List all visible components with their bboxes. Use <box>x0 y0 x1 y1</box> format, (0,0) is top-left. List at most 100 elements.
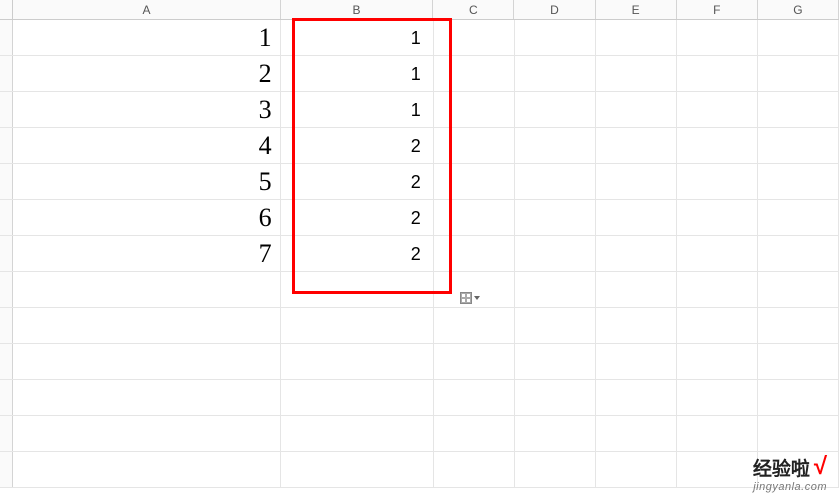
cell[interactable] <box>13 308 280 343</box>
cell[interactable] <box>13 272 280 307</box>
cell-g2[interactable] <box>758 56 839 91</box>
row-header[interactable] <box>0 200 13 235</box>
cell-d6[interactable] <box>515 200 596 235</box>
cell-a2[interactable]: 2 <box>13 56 280 91</box>
col-header-d[interactable]: D <box>514 0 595 19</box>
cell-d1[interactable] <box>515 20 596 55</box>
cell-g3[interactable] <box>758 92 839 127</box>
cell-g4[interactable] <box>758 128 839 163</box>
row-header[interactable] <box>0 416 13 451</box>
cell[interactable] <box>515 272 596 307</box>
cell[interactable] <box>281 308 434 343</box>
cell[interactable] <box>281 344 434 379</box>
row-header[interactable] <box>0 308 13 343</box>
cell-d2[interactable] <box>515 56 596 91</box>
col-header-f[interactable]: F <box>677 0 758 19</box>
cell[interactable] <box>515 416 596 451</box>
cell[interactable] <box>596 452 677 487</box>
cell[interactable] <box>281 272 434 307</box>
cell[interactable] <box>281 452 434 487</box>
cell-e4[interactable] <box>596 128 677 163</box>
cell[interactable] <box>515 452 596 487</box>
cell[interactable] <box>13 416 280 451</box>
cell-d5[interactable] <box>515 164 596 199</box>
cell-c1[interactable] <box>434 20 515 55</box>
cell-c5[interactable] <box>434 164 515 199</box>
cell-g1[interactable] <box>758 20 839 55</box>
cell-d4[interactable] <box>515 128 596 163</box>
cell-b4[interactable]: 2 <box>281 128 434 163</box>
col-header-g[interactable]: G <box>758 0 839 19</box>
row-header[interactable] <box>0 380 13 415</box>
cell-g5[interactable] <box>758 164 839 199</box>
cell-f1[interactable] <box>677 20 758 55</box>
cell[interactable] <box>596 416 677 451</box>
autofill-options-button[interactable] <box>460 290 480 306</box>
col-header-a[interactable]: A <box>13 0 280 19</box>
cell-c3[interactable] <box>434 92 515 127</box>
cell-g6[interactable] <box>758 200 839 235</box>
row-header[interactable] <box>0 164 13 199</box>
cell[interactable] <box>13 452 280 487</box>
cell-b1[interactable]: 1 <box>281 20 434 55</box>
cell-f3[interactable] <box>677 92 758 127</box>
cell-g7[interactable] <box>758 236 839 271</box>
cell-a3[interactable]: 3 <box>13 92 280 127</box>
cell-a7[interactable]: 7 <box>13 236 280 271</box>
cell[interactable] <box>13 380 280 415</box>
cell-e1[interactable] <box>596 20 677 55</box>
cell-c4[interactable] <box>434 128 515 163</box>
row-header[interactable] <box>0 20 13 55</box>
cell-c2[interactable] <box>434 56 515 91</box>
cell-d7[interactable] <box>515 236 596 271</box>
cell[interactable] <box>434 452 515 487</box>
cell[interactable] <box>596 308 677 343</box>
cell-c6[interactable] <box>434 200 515 235</box>
cell-f6[interactable] <box>677 200 758 235</box>
cell[interactable] <box>758 344 839 379</box>
cell[interactable] <box>434 416 515 451</box>
cell-e6[interactable] <box>596 200 677 235</box>
cell-a5[interactable]: 5 <box>13 164 280 199</box>
cell-b2[interactable]: 1 <box>281 56 434 91</box>
cell[interactable] <box>677 308 758 343</box>
row-header[interactable] <box>0 128 13 163</box>
cell-e2[interactable] <box>596 56 677 91</box>
cell-c7[interactable] <box>434 236 515 271</box>
corner-cell[interactable] <box>0 0 13 19</box>
cell-d3[interactable] <box>515 92 596 127</box>
row-header[interactable] <box>0 272 13 307</box>
cell[interactable] <box>677 344 758 379</box>
cell[interactable] <box>515 380 596 415</box>
cell[interactable] <box>434 344 515 379</box>
cell-a1[interactable]: 1 <box>13 20 280 55</box>
cell[interactable] <box>758 308 839 343</box>
cell[interactable] <box>596 344 677 379</box>
cell-b3[interactable]: 1 <box>281 92 434 127</box>
cell[interactable] <box>515 344 596 379</box>
row-header[interactable] <box>0 452 13 487</box>
cell[interactable] <box>281 416 434 451</box>
cell-e7[interactable] <box>596 236 677 271</box>
cell-b6[interactable]: 2 <box>281 200 434 235</box>
cell-f2[interactable] <box>677 56 758 91</box>
cell[interactable] <box>758 380 839 415</box>
cell-e3[interactable] <box>596 92 677 127</box>
cell-f5[interactable] <box>677 164 758 199</box>
col-header-c[interactable]: C <box>433 0 514 19</box>
cell[interactable] <box>281 380 434 415</box>
cell[interactable] <box>677 416 758 451</box>
cell[interactable] <box>596 380 677 415</box>
cell[interactable] <box>434 380 515 415</box>
cell[interactable] <box>13 344 280 379</box>
cell-b7[interactable]: 2 <box>281 236 434 271</box>
col-header-e[interactable]: E <box>596 0 677 19</box>
row-header[interactable] <box>0 344 13 379</box>
cell[interactable] <box>677 452 758 487</box>
col-header-b[interactable]: B <box>281 0 434 19</box>
row-header[interactable] <box>0 92 13 127</box>
cell[interactable] <box>677 272 758 307</box>
cell-f4[interactable] <box>677 128 758 163</box>
row-header[interactable] <box>0 236 13 271</box>
cell[interactable] <box>515 308 596 343</box>
